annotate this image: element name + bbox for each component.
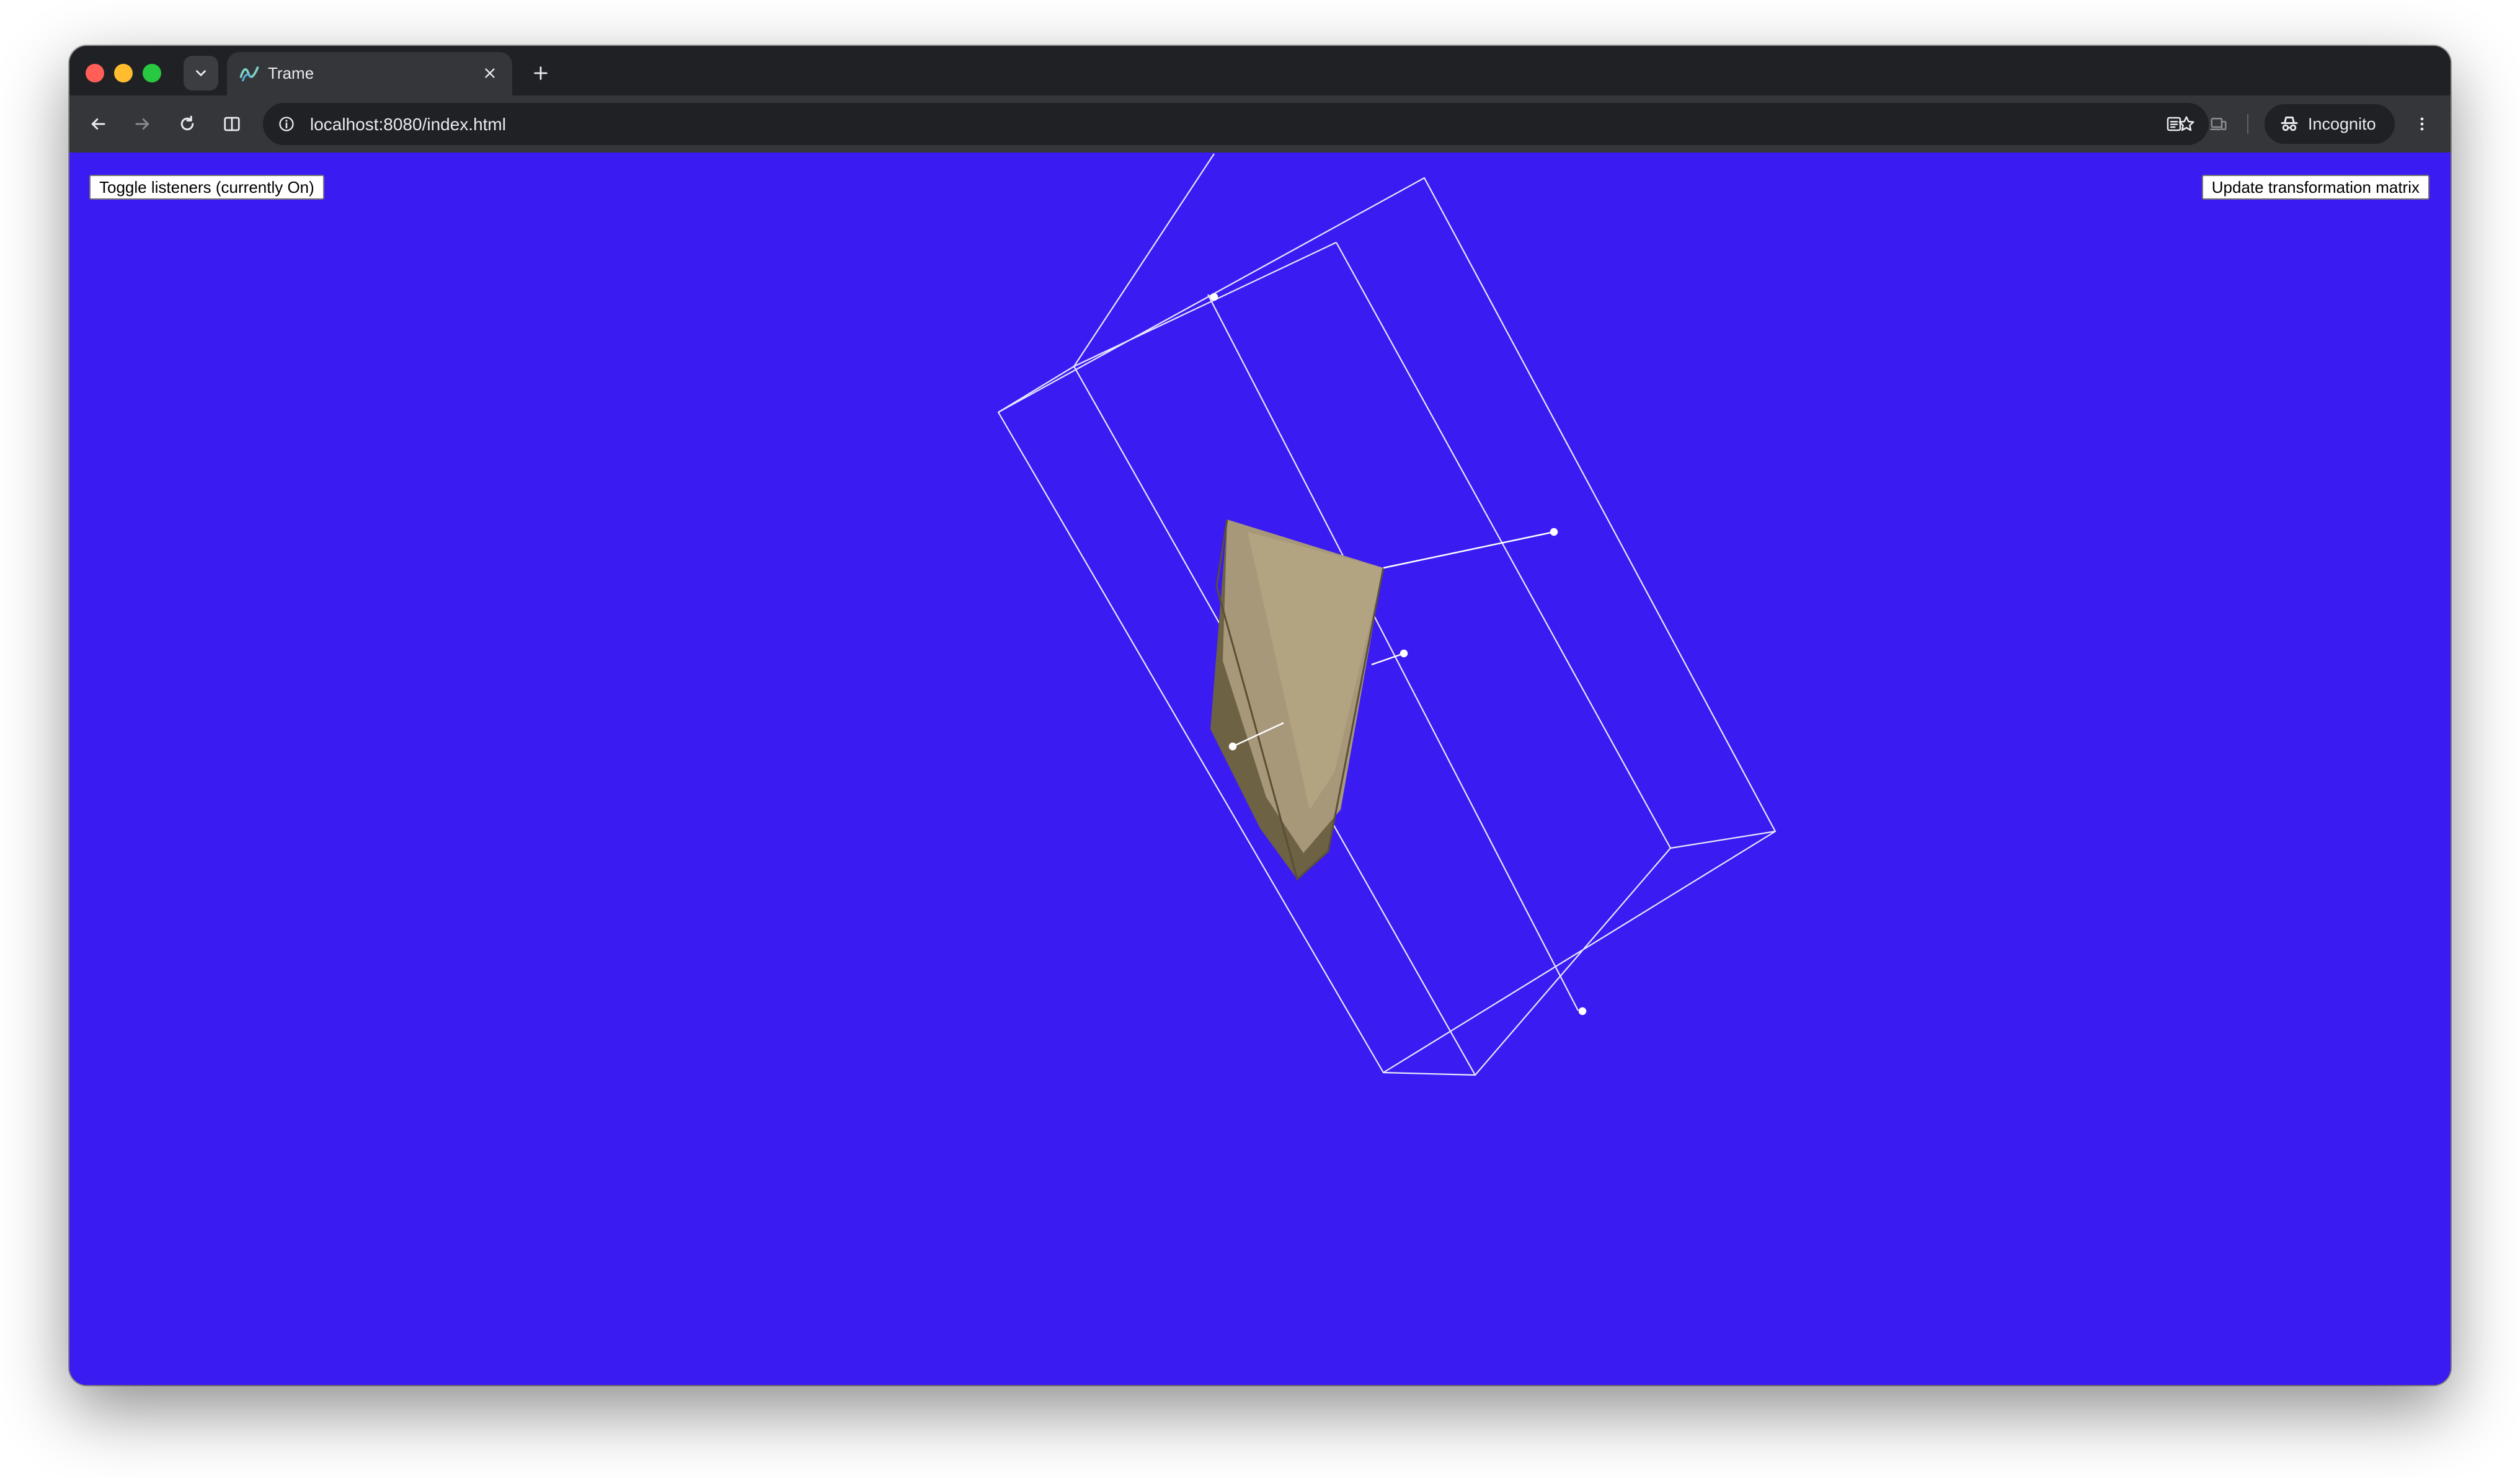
reload-button[interactable] — [172, 109, 202, 139]
back-button[interactable] — [83, 109, 113, 139]
cone-object[interactable] — [1210, 519, 1385, 881]
side-panel-icon — [224, 117, 240, 131]
browser-window: Trame localhost:8080/index.html Incognit… — [69, 46, 2451, 1385]
update-transformation-matrix-button[interactable]: Update transformation matrix — [2201, 175, 2429, 200]
address-bar[interactable]: localhost:8080/index.html — [263, 103, 2209, 145]
tab-close-button[interactable] — [479, 62, 501, 84]
incognito-label: Incognito — [2308, 114, 2376, 133]
close-icon — [485, 68, 495, 78]
reading-list-button[interactable] — [2159, 109, 2189, 139]
handle-line-right — [1383, 531, 1555, 569]
new-tab-button[interactable] — [526, 58, 556, 88]
close-window-button[interactable] — [86, 64, 104, 82]
minimize-window-button[interactable] — [114, 64, 133, 82]
incognito-profile-button[interactable]: Incognito — [2265, 104, 2395, 144]
browser-menu-button[interactable] — [2407, 109, 2437, 139]
handle-point[interactable] — [1578, 1007, 1587, 1016]
back-arrow-icon — [91, 118, 105, 130]
tab-strip: Trame — [69, 46, 2451, 95]
devices-icon — [2210, 118, 2227, 130]
bounding-box-widget[interactable] — [997, 153, 1777, 1076]
trame-logo-icon — [239, 66, 259, 82]
incognito-icon — [2281, 117, 2298, 131]
kebab-menu-icon — [2420, 117, 2424, 131]
box-edges — [997, 153, 1777, 1076]
tab-search-button[interactable] — [184, 56, 218, 91]
url-text[interactable]: localhost:8080/index.html — [310, 115, 506, 135]
handle-point[interactable] — [1400, 649, 1408, 658]
side-panel-button[interactable] — [217, 109, 247, 139]
site-info-button[interactable] — [273, 110, 300, 138]
forward-arrow-icon — [135, 118, 149, 130]
render-viewport[interactable]: Toggle listeners (currently On) Update t… — [69, 153, 2451, 1385]
browser-toolbar: localhost:8080/index.html Incognito — [69, 95, 2451, 153]
info-icon — [279, 117, 294, 131]
devices-button[interactable] — [2204, 109, 2234, 139]
maximize-window-button[interactable] — [143, 64, 161, 82]
toggle-listeners-button[interactable]: Toggle listeners (currently On) — [89, 175, 324, 200]
tab-search-icon — [196, 70, 206, 76]
tab-trame[interactable]: Trame — [227, 52, 512, 95]
handle-point[interactable] — [1210, 293, 1218, 301]
3d-scene[interactable] — [69, 153, 2451, 1385]
forward-button[interactable] — [128, 109, 158, 139]
handle-point[interactable] — [1550, 528, 1558, 536]
handle-point[interactable] — [1228, 742, 1237, 751]
reload-icon — [180, 115, 194, 131]
reading-list-icon — [2167, 117, 2181, 131]
toolbar-divider — [2247, 114, 2248, 134]
tab-title: Trame — [268, 64, 314, 82]
plus-icon — [534, 66, 548, 80]
